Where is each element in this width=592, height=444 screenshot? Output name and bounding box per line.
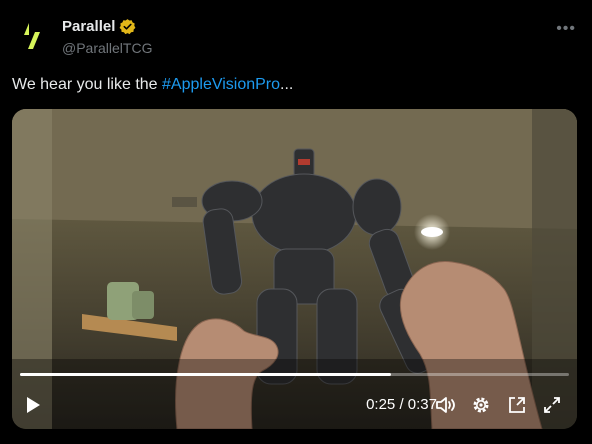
picture-in-picture-button[interactable]	[506, 394, 528, 416]
tweet-text-suffix: ...	[280, 76, 294, 93]
fullscreen-icon	[544, 397, 560, 413]
settings-icon	[473, 397, 489, 413]
author-name-row: Parallel	[62, 18, 136, 35]
current-time: 0:25	[366, 396, 396, 413]
fullscreen-button[interactable]	[541, 394, 563, 416]
duration: 0:37	[407, 396, 437, 413]
progress-track[interactable]	[20, 373, 569, 376]
video-player[interactable]: 0:25 / 0:37	[12, 109, 577, 429]
volume-button[interactable]	[434, 394, 458, 416]
avatar[interactable]	[12, 16, 52, 56]
parallel-logo-icon	[24, 23, 40, 49]
play-icon	[27, 397, 40, 413]
picture-in-picture-icon	[509, 397, 525, 413]
play-button[interactable]	[22, 394, 44, 416]
tweet-text-prefix: We hear you like the	[12, 76, 163, 93]
video-time: 0:25 / 0:37	[366, 396, 437, 413]
video-frame	[12, 109, 577, 429]
display-name[interactable]: Parallel	[62, 18, 115, 35]
progress-fill	[20, 373, 392, 376]
time-separator: /	[395, 396, 408, 413]
settings-button[interactable]	[470, 394, 492, 416]
volume-icon	[436, 397, 455, 413]
hashtag-link[interactable]: #AppleVisionPro	[162, 76, 280, 93]
author-handle[interactable]: @ParallelTCG	[62, 40, 152, 56]
verified-badge-icon	[119, 19, 136, 35]
tweet-text: We hear you like the #AppleVisionPro...	[12, 76, 293, 94]
more-icon[interactable]: •••	[556, 20, 576, 38]
